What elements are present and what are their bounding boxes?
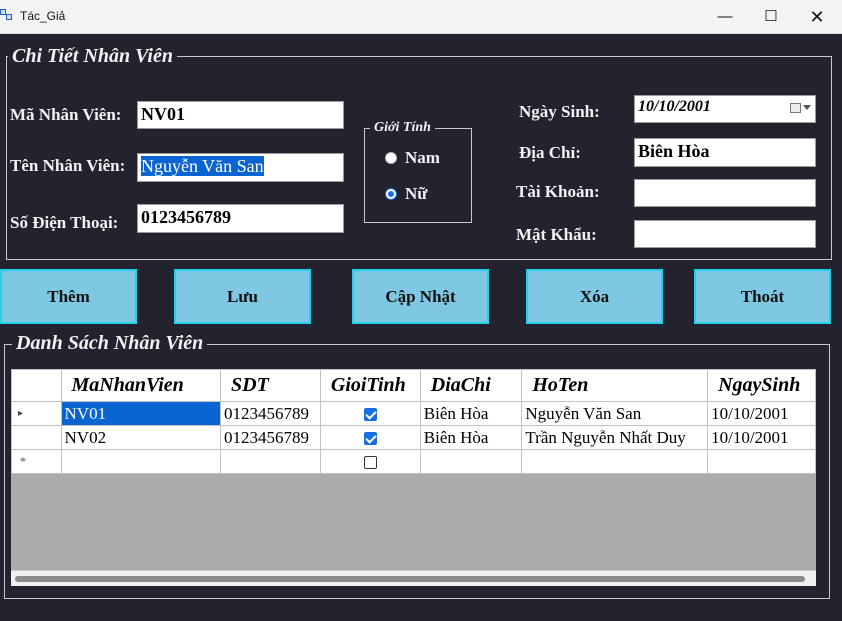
gender-female-radio[interactable]	[385, 188, 397, 200]
ngay-sinh-datepicker[interactable]: 10/10/2001	[634, 95, 816, 123]
calendar-icon[interactable]	[790, 103, 801, 113]
grid-header-row: MaNhanVien SDT GioiTinh DiaChi HoTen Nga…	[11, 369, 816, 402]
ngay-sinh-value: 10/10/2001	[638, 98, 711, 115]
gender-groupbox	[364, 128, 472, 223]
gender-male-radio[interactable]	[385, 152, 397, 164]
employee-table: MaNhanVien SDT GioiTinh DiaChi HoTen Nga…	[11, 369, 816, 474]
cell-ngaysinh[interactable]: 10/10/2001	[707, 401, 816, 426]
cell-ngaysinh[interactable]	[707, 449, 816, 474]
row-header-current[interactable]: ▸	[11, 401, 62, 426]
ten-nhan-vien-input[interactable]: Nguyễn Văn San	[137, 153, 344, 182]
employee-grid[interactable]: MaNhanVien SDT GioiTinh DiaChi HoTen Nga…	[11, 369, 816, 586]
table-row[interactable]: ▸ NV01 0123456789 Biên Hòa Nguyễn Văn Sa…	[11, 401, 816, 426]
horizontal-scrollbar[interactable]	[11, 570, 816, 586]
cell-diachi[interactable]: Biên Hòa	[419, 425, 523, 450]
list-legend: Danh Sách Nhân Viên	[12, 332, 208, 355]
scrollbar-thumb[interactable]	[15, 576, 805, 582]
close-button[interactable]: ✕	[794, 0, 840, 34]
cell-diachi[interactable]	[419, 449, 523, 474]
dia-chi-input[interactable]: Biên Hòa	[634, 138, 816, 167]
gioitinh-checkbox[interactable]	[363, 408, 377, 422]
row-header[interactable]	[11, 425, 62, 450]
window-title: Tác_Giả	[20, 9, 66, 23]
xoa-button[interactable]: Xóa	[526, 269, 663, 324]
tai-khoan-input[interactable]	[634, 179, 816, 207]
cell-hoten[interactable]: Trần Nguyễn Nhất Duy	[521, 425, 709, 450]
ngay-sinh-label: Ngày Sinh:	[519, 102, 600, 121]
grid-corner-header	[11, 369, 62, 402]
cell-gioitinh[interactable]	[319, 425, 421, 450]
ma-nhan-vien-label: Mã Nhân Viên:	[10, 105, 122, 124]
column-header-hoten[interactable]: HoTen	[521, 369, 709, 402]
cell-sdt[interactable]: 0123456789	[220, 425, 321, 450]
details-legend: Chi Tiết Nhân Viên	[8, 45, 177, 68]
maximize-button[interactable]: ☐	[748, 0, 794, 34]
row-header-new[interactable]: *	[11, 449, 62, 474]
cell-sdt[interactable]: 0123456789	[220, 401, 321, 426]
cell-manhanvien[interactable]: NV01	[60, 401, 222, 426]
minimize-button[interactable]: —	[702, 0, 748, 34]
cell-diachi[interactable]: Biên Hòa	[419, 401, 523, 426]
cell-gioitinh[interactable]	[319, 449, 421, 474]
app-icon	[0, 9, 14, 23]
cell-hoten[interactable]: Nguyễn Văn San	[521, 401, 709, 426]
mat-khau-input[interactable]	[634, 220, 816, 248]
cap-nhat-button[interactable]: Cập Nhật	[352, 269, 489, 324]
thoat-button[interactable]: Thoát	[694, 269, 831, 324]
gioitinh-checkbox[interactable]	[363, 432, 377, 446]
dia-chi-label: Địa Chỉ:	[519, 143, 581, 162]
column-header-manhanvien[interactable]: MaNhanVien	[60, 369, 222, 402]
luu-button[interactable]: Lưu	[174, 269, 311, 324]
so-dien-thoai-input[interactable]: 0123456789	[137, 204, 344, 233]
gender-legend: Giới Tính	[370, 120, 435, 136]
column-header-ngaysinh[interactable]: NgaySinh	[707, 369, 816, 402]
tai-khoan-label: Tài Khoản:	[516, 182, 600, 201]
cell-sdt[interactable]	[220, 449, 321, 474]
column-header-diachi[interactable]: DiaChi	[419, 369, 523, 402]
gender-male-label[interactable]: Nam	[405, 148, 440, 168]
cell-gioitinh[interactable]	[319, 401, 421, 426]
ma-nhan-vien-input[interactable]: NV01	[137, 101, 344, 129]
chevron-down-icon[interactable]	[803, 105, 811, 110]
gioitinh-checkbox[interactable]	[363, 456, 377, 470]
cell-ngaysinh[interactable]: 10/10/2001	[707, 425, 816, 450]
them-button[interactable]: Thêm	[0, 269, 137, 324]
ten-nhan-vien-label: Tên Nhân Viên:	[10, 156, 126, 175]
table-row[interactable]: NV02 0123456789 Biên Hòa Trần Nguyễn Nhấ…	[11, 425, 816, 450]
cell-manhanvien[interactable]	[60, 449, 222, 474]
title-bar: Tác_Giả — ☐ ✕	[0, 0, 842, 34]
cell-hoten[interactable]	[521, 449, 709, 474]
so-dien-thoai-label: Số Điện Thoại:	[10, 213, 119, 232]
column-header-gioitinh[interactable]: GioiTinh	[319, 369, 421, 402]
mat-khau-label: Mật Khẩu:	[516, 225, 597, 244]
ten-nhan-vien-selected-text: Nguyễn Văn San	[141, 156, 264, 176]
new-row[interactable]: *	[11, 449, 816, 474]
column-header-sdt[interactable]: SDT	[220, 369, 321, 402]
cell-manhanvien[interactable]: NV02	[60, 425, 222, 450]
gender-female-label[interactable]: Nữ	[405, 184, 427, 204]
